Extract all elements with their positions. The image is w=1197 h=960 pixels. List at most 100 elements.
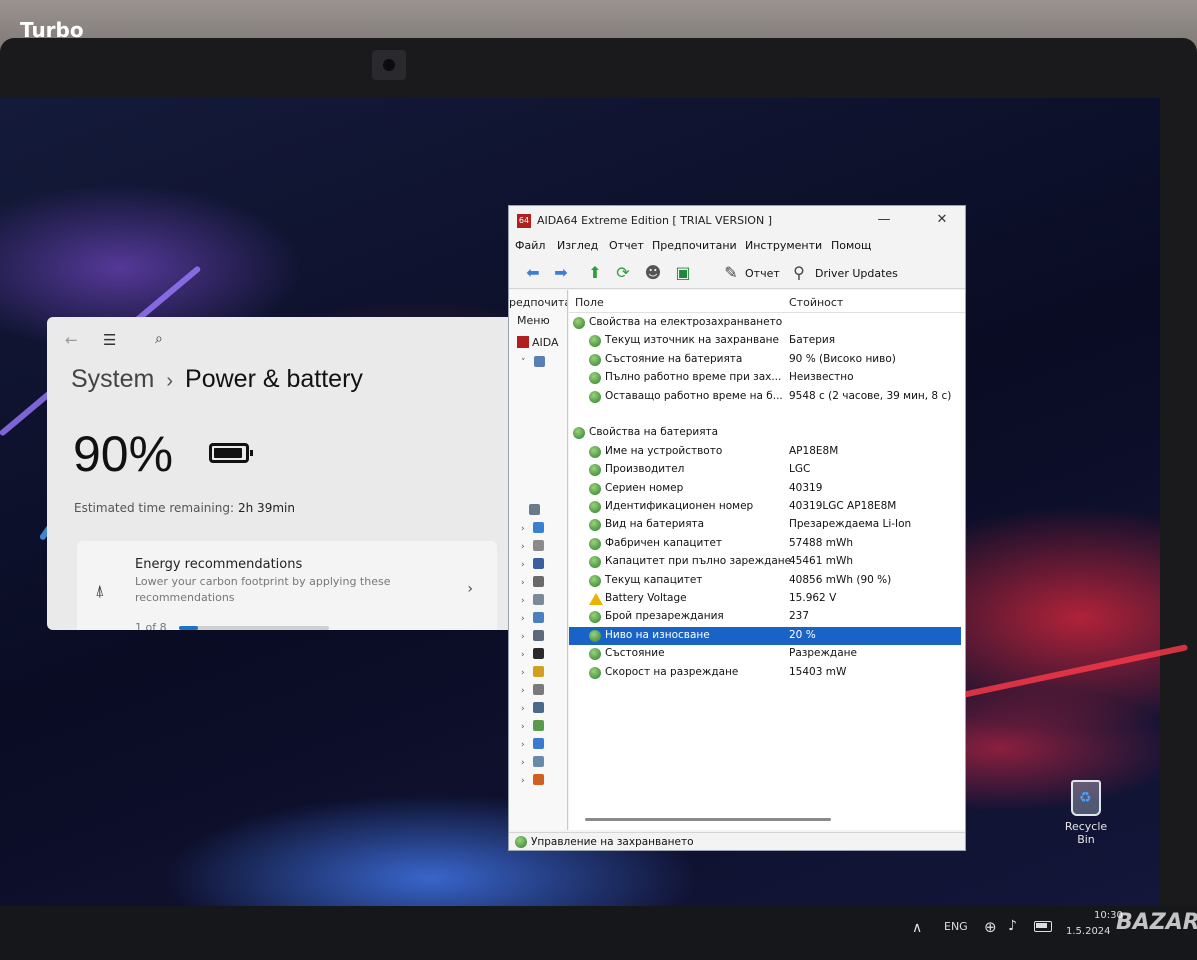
tree-node[interactable]: ›: [521, 576, 555, 590]
property-row[interactable]: Производител LGC: [569, 461, 961, 479]
field-value: 237: [789, 610, 810, 623]
tree-node[interactable]: ›: [521, 666, 555, 680]
property-row[interactable]: Име на устройството AP18E8M: [569, 443, 961, 461]
menu-tab[interactable]: Меню: [517, 314, 550, 327]
field-name: Идентификационен номер: [605, 500, 754, 512]
tree-node[interactable]: ›: [521, 612, 555, 626]
battery-node-icon: [589, 464, 601, 477]
property-group[interactable]: Свойства на електрозахранването: [569, 314, 961, 332]
recycle-bin[interactable]: Recycle Bin: [1056, 780, 1116, 846]
battery-percentage: 90%: [73, 426, 174, 482]
field-name: Вид на батерията: [605, 518, 705, 531]
photo-label: Turbo: [20, 18, 84, 42]
title-bar[interactable]: 64 AIDA64 Extreme Edition [ TRIAL VERSIO…: [509, 206, 965, 236]
network-icon[interactable]: ⊕: [984, 918, 997, 936]
property-row[interactable]: Battery Voltage 15.962 V: [569, 590, 961, 608]
battery-tray-icon[interactable]: [1034, 921, 1052, 932]
column-value[interactable]: Стойност: [789, 296, 843, 309]
tree-node[interactable]: ›: [521, 720, 555, 734]
menu-report[interactable]: Отчет: [609, 239, 644, 252]
property-row[interactable]: Ниво на износване 20 %: [569, 626, 961, 645]
tree-node[interactable]: ›: [521, 648, 555, 662]
property-row[interactable]: Сериен номер 40319: [569, 480, 961, 498]
breadcrumb-system[interactable]: System: [71, 365, 154, 393]
menu-tools[interactable]: Инструменти: [745, 239, 822, 252]
menu-help[interactable]: Помощ: [831, 239, 871, 252]
toolbar: ⬅ ➡ ⬆ ⟳ ☻ ▣ ✎ Отчет ⚲ Driver Updates: [509, 258, 965, 289]
tree-node[interactable]: ›: [521, 702, 555, 716]
property-row[interactable]: Състояние Разреждане: [569, 645, 961, 663]
back-arrow-icon[interactable]: ⬅: [523, 263, 543, 283]
volume-icon[interactable]: ♪: [1008, 918, 1017, 934]
breadcrumb: System › Power & battery: [71, 365, 363, 394]
menu-file[interactable]: Файл: [515, 239, 545, 252]
tree-node[interactable]: ›: [521, 774, 555, 788]
property-row[interactable]: Скорост на разреждане 15403 mW: [569, 664, 961, 682]
property-row[interactable]: Вид на батерията Презареждаема Li-Ion: [569, 516, 961, 534]
window-title: AIDA64 Extreme Edition [ TRIAL VERSION ]: [537, 214, 772, 227]
tree-node[interactable]: ›: [521, 738, 555, 752]
tree-node[interactable]: ›: [521, 522, 555, 536]
tree-root[interactable]: AIDA: [517, 336, 559, 349]
energy-progress: [179, 626, 329, 630]
field-value: 40319: [789, 481, 823, 494]
driver-updates-button[interactable]: Driver Updates: [815, 267, 898, 280]
property-row[interactable]: Текущ източник на захранване Батерия: [569, 332, 961, 350]
tree-node[interactable]: ›: [521, 630, 555, 644]
battery-node-icon: [589, 372, 601, 385]
magnifier-icon[interactable]: ⚲: [789, 263, 809, 283]
close-icon[interactable]: ✕: [931, 210, 953, 230]
chevron-up-icon[interactable]: ∧: [912, 920, 922, 936]
field-name: Фабричен капацитет: [605, 536, 723, 549]
field-value: 15.962 V: [789, 592, 837, 604]
horizontal-scrollbar[interactable]: [585, 818, 831, 821]
property-row[interactable]: Оставащо работно време на б... 9548 с (2 …: [569, 388, 961, 406]
estimated-time-remaining: Estimated time remaining: 2h 39min: [74, 501, 295, 515]
field-value: Неизвестно: [789, 371, 854, 384]
tree-node[interactable]: ›: [521, 558, 555, 572]
leaf-icon: ⍋: [95, 581, 105, 600]
refresh-icon[interactable]: ⟳: [613, 263, 633, 283]
energy-recommendations-card[interactable]: ⍋ Energy recommendations Lower your carb…: [77, 541, 497, 630]
estimated-value: 2h 39min: [238, 501, 295, 515]
tree-node[interactable]: [521, 504, 555, 518]
forward-arrow-icon[interactable]: ➡: [551, 263, 571, 283]
report-icon[interactable]: ✎: [721, 263, 741, 283]
menu-view[interactable]: Изглед: [557, 239, 598, 252]
up-arrow-icon[interactable]: ⬆: [585, 263, 605, 283]
field-value: LGC: [789, 463, 811, 476]
property-row[interactable]: Текущ капацитет 40856 mWh (90 %): [569, 572, 961, 590]
clock-date[interactable]: 1.5.2024: [1066, 926, 1111, 937]
field-value: 40856 mWh (90 %): [789, 573, 892, 586]
field-value: 57488 mWh: [789, 536, 854, 549]
tree-node[interactable]: ›: [521, 540, 555, 554]
field-value: 15403 mW: [789, 665, 847, 678]
property-group[interactable]: Свойства на батерията: [569, 424, 961, 442]
maximize-icon[interactable]: [885, 210, 907, 230]
column-field[interactable]: Поле: [575, 296, 604, 309]
hamburger-menu-icon[interactable]: ☰: [103, 331, 116, 349]
field-name: Скорост на разреждане: [605, 665, 739, 678]
property-row[interactable]: Брой презареждания 237: [569, 608, 961, 626]
toolbar-report-button[interactable]: Отчет: [745, 267, 780, 280]
property-row[interactable]: Фабричен капацитет 57488 mWh: [569, 535, 961, 553]
search-icon[interactable]: ⌕: [155, 331, 163, 347]
property-row[interactable]: Състояние на батерията 90 % (Високо ниво): [569, 351, 961, 369]
users-icon[interactable]: ☻: [643, 263, 663, 283]
power-management-icon: [515, 836, 527, 848]
menu-favorites[interactable]: Предпочитани: [652, 239, 737, 252]
monitor-icon[interactable]: ▣: [673, 263, 693, 283]
field-name: Състояние на батерията: [605, 352, 743, 365]
tree-node[interactable]: ›: [521, 684, 555, 698]
chevron-right-icon[interactable]: ›: [467, 581, 473, 597]
tree-node[interactable]: ›: [521, 594, 555, 608]
favorites-tab[interactable]: редпочита: [509, 296, 567, 309]
language-indicator[interactable]: ENG: [944, 920, 968, 933]
field-value: 9548 с (2 часове, 39 мин, 8 с): [789, 389, 952, 402]
tree-node[interactable]: ›: [521, 756, 555, 770]
property-row[interactable]: Капацитет при пълно зареждане 45461 mWh: [569, 553, 961, 571]
tree-node[interactable]: ˅: [521, 356, 555, 370]
back-arrow-icon[interactable]: ←: [65, 331, 78, 349]
property-row[interactable]: Пълно работно време при зах... Неизвестно: [569, 369, 961, 387]
property-row[interactable]: Идентификационен номер 40319LGC AP18E8M: [569, 498, 961, 516]
